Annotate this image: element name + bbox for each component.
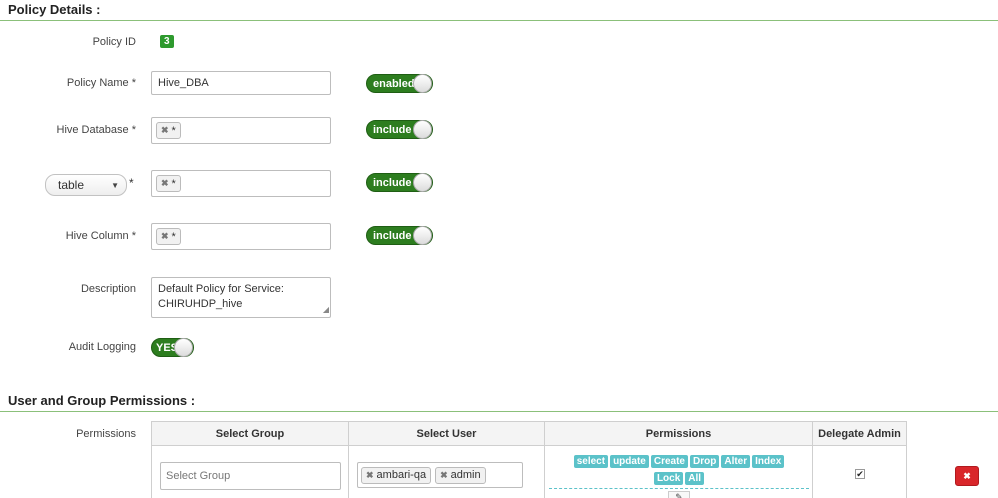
table-row: Select Group ✖ ambari-qa ✖ admin select upd… (151, 445, 907, 498)
column-header: Permissions (544, 421, 813, 446)
toggle-label: enabled (373, 77, 415, 90)
user-tag-label: admin (450, 469, 481, 481)
delete-row-button[interactable]: ✖ (955, 466, 979, 486)
permission-chip: Create (650, 455, 688, 468)
permissions-label: Permissions (76, 428, 136, 440)
permission-chip: Lock (653, 472, 684, 485)
audit-logging-label: Audit Logging (68, 341, 136, 353)
select-user-cell: ✖ ambari-qa ✖ admin (348, 445, 545, 498)
policy-name-input[interactable]: Hive_DBA (151, 71, 331, 95)
hive-database-label: Hive Database * (56, 124, 137, 136)
audit-logging-toggle[interactable]: YES (151, 338, 194, 357)
column-header: Delegate Admin (812, 421, 907, 446)
column-tag[interactable]: ✖ * (156, 228, 181, 245)
chevron-down-icon: ▼ (111, 180, 119, 190)
tag-label: * (171, 124, 176, 137)
permissions-table: Select Group Select User Permissions Del… (151, 421, 907, 498)
select-group-cell: Select Group (151, 445, 349, 498)
remove-tag-icon[interactable]: ✖ (161, 125, 169, 136)
toggle-knob (413, 226, 432, 245)
user-tag[interactable]: ✖ admin (435, 466, 486, 484)
toggle-knob (413, 173, 432, 192)
permission-chip: Alter (721, 455, 751, 468)
toggle-knob (413, 120, 432, 139)
table-header-row: Select Group Select User Permissions Del… (151, 421, 907, 446)
user-tag[interactable]: ✖ ambari-qa (361, 466, 432, 484)
column-header: Select Group (151, 421, 349, 446)
edit-pencil-icon[interactable]: ✎ (668, 491, 690, 498)
toggle-label: include (373, 123, 412, 136)
permission-chip: update (610, 455, 649, 468)
permission-chip: All (685, 472, 705, 485)
select-group-input[interactable]: Select Group (160, 462, 341, 490)
policy-id-label: Policy ID (92, 36, 136, 48)
table-input[interactable]: ✖ * (151, 170, 331, 197)
hive-column-input[interactable]: ✖ * (151, 223, 331, 250)
remove-tag-icon[interactable]: ✖ (440, 470, 448, 481)
database-tag[interactable]: ✖ * (156, 122, 181, 139)
column-header: Select User (348, 421, 545, 446)
table-include-toggle[interactable]: include (366, 173, 433, 192)
remove-tag-icon[interactable]: ✖ (161, 178, 169, 189)
policy-details-title: Policy Details : (8, 2, 101, 17)
toggle-label: include (373, 229, 412, 242)
policy-id-badge: 3 (160, 35, 174, 48)
hive-database-input[interactable]: ✖ * (151, 117, 331, 144)
toggle-knob (413, 74, 432, 93)
permission-chips[interactable]: select update Create Drop Alter Index Lock All (549, 453, 809, 489)
delegate-admin-checkbox[interactable]: ✔ (855, 469, 865, 479)
permission-chip: Index (752, 455, 785, 468)
tag-label: * (171, 230, 176, 243)
required-marker: * (129, 176, 134, 190)
section-divider (0, 20, 998, 21)
resize-handle-icon[interactable]: ◢ (323, 302, 329, 317)
permissions-cell: select update Create Drop Alter Index Lock All… (544, 445, 813, 498)
description-label: Description (80, 283, 136, 295)
user-tag-label: ambari-qa (376, 469, 427, 481)
toggle-label: include (373, 176, 412, 189)
column-include-toggle[interactable]: include (366, 226, 433, 245)
resource-type-value: table (58, 178, 85, 192)
close-icon: ✖ (963, 470, 971, 481)
policy-name-label: Policy Name * (66, 77, 136, 89)
permission-chip: select (573, 455, 609, 468)
tag-label: * (171, 177, 176, 190)
description-text: Default Policy for Service: CHIRUHDP_hiv… (158, 283, 284, 310)
description-textarea[interactable]: Default Policy for Service: CHIRUHDP_hiv… (151, 277, 331, 318)
permission-chip: Drop (690, 455, 720, 468)
permissions-section-title: User and Group Permissions : (8, 393, 196, 408)
hive-column-label: Hive Column * (65, 230, 136, 242)
database-include-toggle[interactable]: include (366, 120, 433, 139)
policy-enabled-toggle[interactable]: enabled (366, 74, 433, 93)
table-tag[interactable]: ✖ * (156, 175, 181, 192)
delegate-admin-cell: ✔ (812, 445, 907, 498)
remove-tag-icon[interactable]: ✖ (161, 231, 169, 242)
remove-tag-icon[interactable]: ✖ (366, 470, 374, 481)
toggle-knob (174, 338, 193, 357)
section-divider (0, 411, 998, 412)
select-user-input[interactable]: ✖ ambari-qa ✖ admin (357, 462, 523, 488)
resource-type-select[interactable]: table ▼ (45, 174, 127, 196)
